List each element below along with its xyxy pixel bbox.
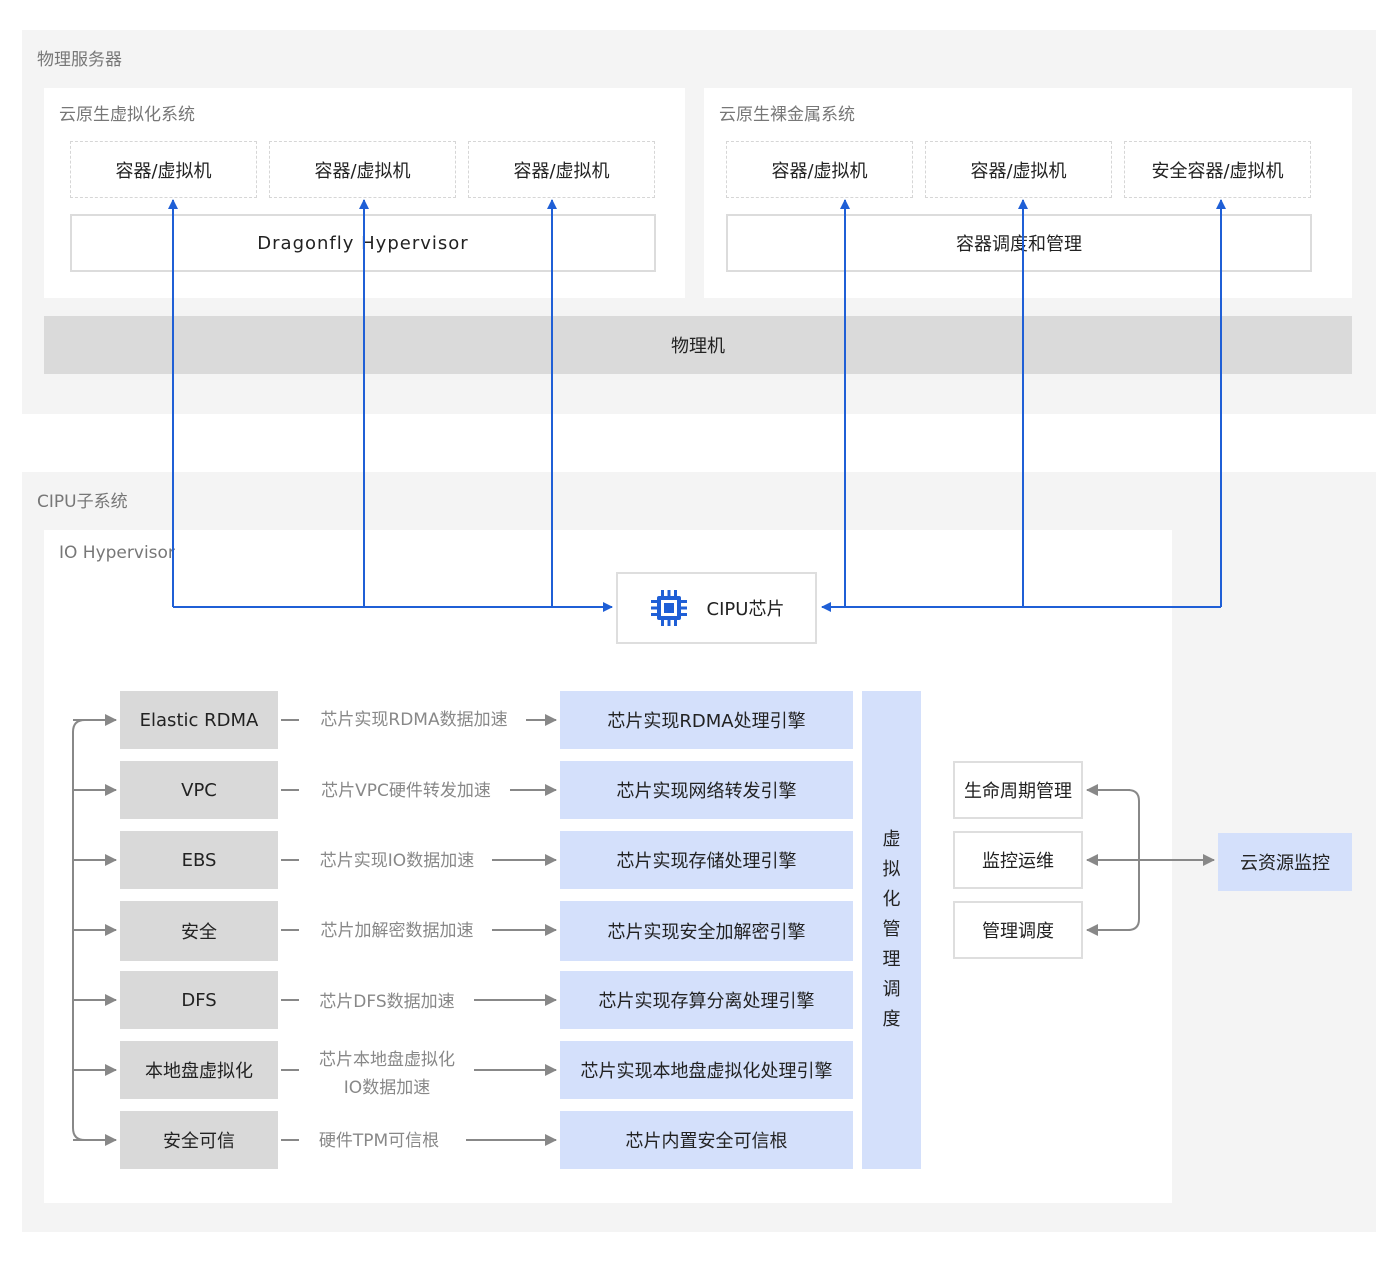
connector-lines	[72, 199, 1226, 1146]
